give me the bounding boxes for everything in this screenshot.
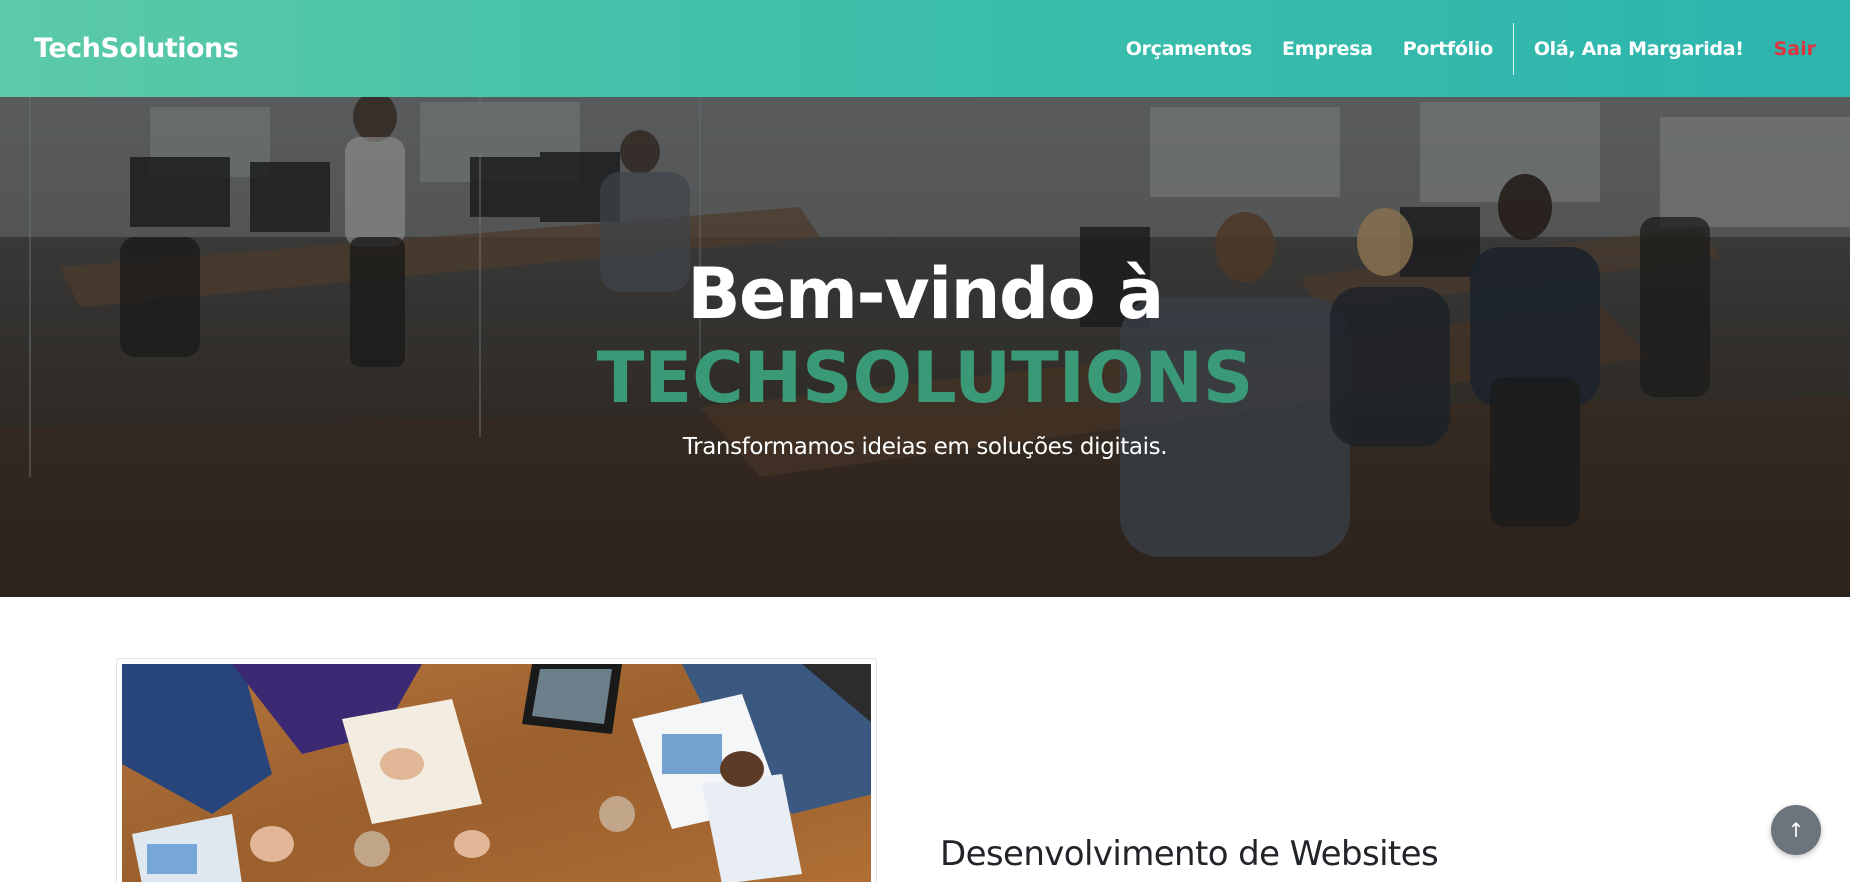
nav-link-orcamentos[interactable]: Orçamentos: [1126, 38, 1253, 60]
meeting-photo: [122, 664, 871, 882]
hero-subtitle: Transformamos ideias em soluções digitai…: [682, 434, 1168, 460]
nav-link-portfolio[interactable]: Portfólio: [1403, 38, 1493, 60]
navbar: TechSolutions Orçamentos Empresa Portfól…: [0, 0, 1850, 97]
nav-divider: [1512, 22, 1514, 75]
nav-link-empresa[interactable]: Empresa: [1282, 38, 1373, 60]
nav-links: Orçamentos Empresa Portfólio Olá, Ana Ma…: [1096, 0, 1816, 97]
scroll-to-top-button[interactable]: ↑: [1771, 805, 1821, 855]
hero-banner: Bem-vindo à TECHSOLUTIONS Transformamos …: [0, 97, 1850, 597]
hero-content: Bem-vindo à TECHSOLUTIONS Transformamos …: [0, 97, 1850, 597]
service-image-card: [116, 658, 877, 882]
arrow-up-icon: ↑: [1787, 818, 1805, 842]
hero-title: Bem-vindo à: [687, 253, 1164, 335]
service-title: Desenvolvimento de Websites: [940, 834, 1439, 874]
hero-brand-title: TECHSOLUTIONS: [596, 337, 1254, 419]
user-greeting: Olá, Ana Margarida!: [1533, 37, 1744, 60]
brand-logo[interactable]: TechSolutions: [34, 33, 239, 64]
logout-link[interactable]: Sair: [1774, 38, 1816, 60]
